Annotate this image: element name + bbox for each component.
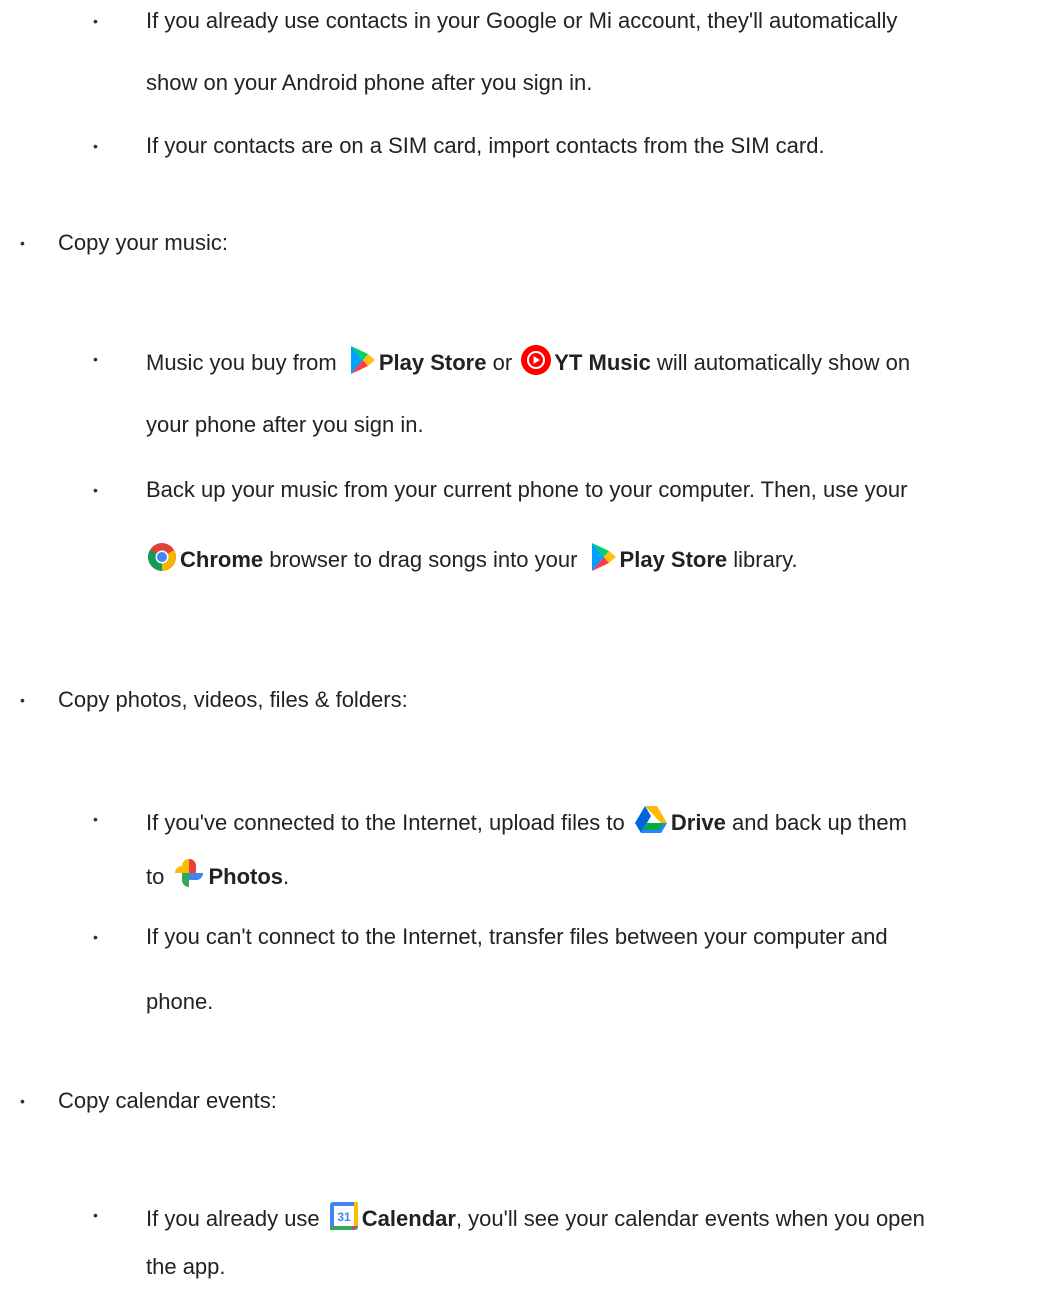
photos-offline-item: If you can't connect to the Internet, tr…	[146, 924, 888, 949]
music-heading: Copy your music:	[58, 230, 228, 255]
calendar-item: If you already use 31 Calendar, you'll s…	[146, 1200, 925, 1240]
drive-link: Drive	[670, 810, 726, 835]
photos-heading: Copy photos, videos, files & folders:	[58, 687, 408, 712]
play-store-link: Play Store	[619, 547, 728, 572]
bullet: •	[20, 235, 25, 251]
calendar-icon-day: 31	[337, 1210, 351, 1224]
contacts-google-item-cont: show on your Android phone after you sig…	[146, 70, 593, 95]
play-store-icon	[586, 541, 618, 581]
play-store-icon	[345, 344, 377, 384]
music-buy-item: Music you buy from Play Store or YT Musi…	[146, 344, 910, 384]
bullet: •	[93, 13, 98, 29]
calendar-item-cont: the app.	[146, 1254, 226, 1279]
music-backup-item: Back up your music from your current pho…	[146, 477, 908, 502]
contacts-sim-item: If your contacts are on a SIM card, impo…	[146, 133, 825, 158]
bullet: •	[93, 482, 98, 498]
calendar-heading: Copy calendar events:	[58, 1088, 277, 1113]
chrome-icon	[146, 541, 178, 581]
photos-offline-item-cont: phone.	[146, 989, 214, 1014]
drive-icon	[633, 804, 669, 844]
photos-connected-item-cont: to Photos.	[146, 856, 289, 898]
yt-music-link: YT Music	[554, 350, 651, 375]
bullet: •	[93, 929, 98, 945]
bullet: •	[93, 138, 98, 154]
bullet: •	[93, 1207, 98, 1223]
photos-connected-item: If you've connected to the Internet, upl…	[146, 804, 907, 844]
music-backup-item-cont: Chrome browser to drag songs into your P…	[146, 541, 798, 581]
bullet: •	[93, 811, 98, 827]
music-buy-item-cont: your phone after you sign in.	[146, 412, 424, 437]
calendar-link: Calendar	[361, 1206, 456, 1231]
calendar-icon: 31	[328, 1200, 360, 1240]
yt-music-icon	[520, 344, 552, 384]
chrome-link: Chrome	[180, 547, 264, 572]
photos-link: Photos	[208, 864, 284, 889]
contacts-google-item: If you already use contacts in your Goog…	[146, 8, 898, 33]
bullet: •	[20, 692, 25, 708]
photos-icon	[172, 856, 206, 898]
bullet: •	[93, 351, 98, 367]
play-store-link: Play Store	[378, 350, 487, 375]
bullet: •	[20, 1093, 25, 1109]
